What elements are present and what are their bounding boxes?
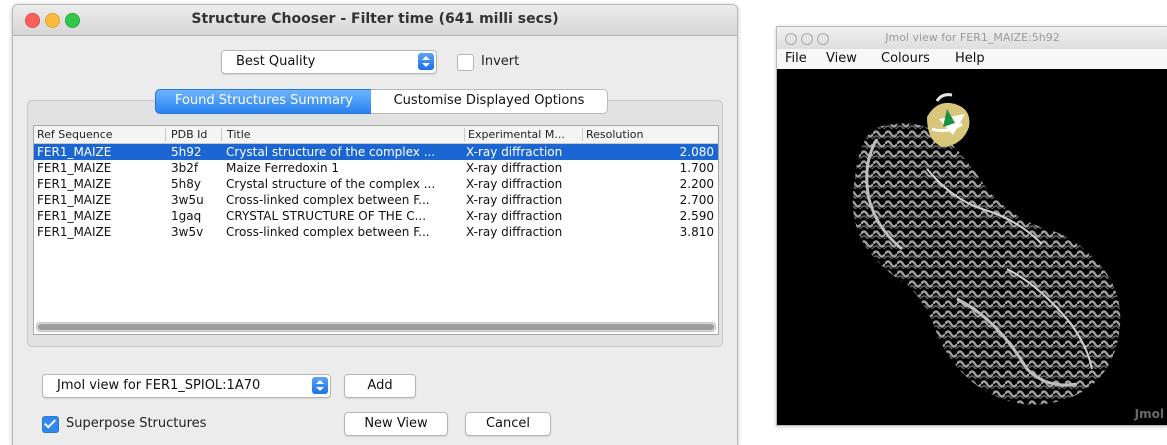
cell-ref-sequence: FER1_MAIZE — [37, 225, 112, 239]
cell-pdb-id: 3b2f — [171, 161, 199, 175]
cell-experimental-method: X-ray diffraction — [466, 193, 563, 207]
cell-resolution: 2.700 — [679, 193, 714, 207]
table-row[interactable]: FER1_MAIZE 3b2f Maize Ferredoxin 1 X-ray… — [34, 160, 718, 176]
column-header-ref-sequence[interactable]: Ref Sequence — [37, 128, 113, 141]
filter-select[interactable]: Best Quality — [221, 50, 437, 74]
superpose-label: Superpose Structures — [66, 416, 207, 431]
structures-table: Ref Sequence PDB Id Title Experimental M… — [33, 125, 719, 335]
column-header-experimental-method[interactable]: Experimental M... — [468, 128, 565, 141]
dropdown-arrow-icon — [312, 377, 328, 394]
cell-ref-sequence: FER1_MAIZE — [37, 161, 112, 175]
jmol-menubar: File View Colours Help — [777, 49, 1167, 70]
column-header-title[interactable]: Title — [227, 128, 251, 141]
add-button[interactable]: Add — [344, 374, 416, 398]
horizontal-scrollbar[interactable] — [36, 322, 716, 332]
new-view-button[interactable]: New View — [344, 412, 448, 436]
column-header-pdb-id[interactable]: PDB Id — [171, 128, 207, 141]
tab-customise-displayed-options[interactable]: Customise Displayed Options — [371, 89, 608, 114]
invert-label: Invert — [481, 54, 520, 69]
menu-help[interactable]: Help — [955, 51, 985, 66]
cell-title: Cross-linked complex between F... — [226, 225, 430, 239]
cell-pdb-id: 1gaq — [171, 209, 202, 223]
cell-experimental-method: X-ray diffraction — [466, 209, 563, 223]
filter-select-value: Best Quality — [236, 54, 316, 69]
tab-found-structures-summary[interactable]: Found Structures Summary — [155, 89, 373, 114]
cell-experimental-method: X-ray diffraction — [466, 161, 563, 175]
cell-ref-sequence: FER1_MAIZE — [37, 193, 112, 207]
title-bar[interactable]: Structure Chooser - Filter time (641 mil… — [13, 5, 737, 36]
cell-ref-sequence: FER1_MAIZE — [37, 145, 112, 159]
cell-ref-sequence: FER1_MAIZE — [37, 209, 112, 223]
cell-experimental-method: X-ray diffraction — [466, 177, 563, 191]
cell-experimental-method: X-ray diffraction — [466, 225, 563, 239]
ligand-highlight — [927, 93, 970, 147]
cell-title: Maize Ferredoxin 1 — [226, 161, 340, 175]
menu-colours[interactable]: Colours — [881, 51, 930, 66]
table-row[interactable]: FER1_MAIZE 1gaq CRYSTAL STRUCTURE OF THE… — [34, 208, 718, 224]
table-row[interactable]: FER1_MAIZE 3w5v Cross-linked complex bet… — [34, 224, 718, 240]
jmol-logo: Jmol — [1134, 407, 1164, 421]
cell-pdb-id: 3w5u — [171, 193, 204, 207]
cell-resolution: 2.200 — [679, 177, 714, 191]
table-row[interactable]: FER1_MAIZE 3w5u Cross-linked complex bet… — [34, 192, 718, 208]
cell-title: Crystal structure of the complex ... — [226, 145, 436, 159]
window-title: Structure Chooser - Filter time (641 mil… — [191, 11, 559, 27]
scrollbar-thumb[interactable] — [38, 324, 714, 330]
cell-title: CRYSTAL STRUCTURE OF THE C... — [226, 209, 427, 223]
invert-checkbox[interactable] — [457, 54, 474, 71]
table-row[interactable]: FER1_MAIZE 5h8y Crystal structure of the… — [34, 176, 718, 192]
table-row[interactable]: FER1_MAIZE 5h92 Crystal structure of the… — [34, 144, 718, 160]
cancel-button[interactable]: Cancel — [465, 412, 551, 436]
cell-pdb-id: 5h92 — [171, 145, 202, 159]
structure-chooser-window: Structure Chooser - Filter time (641 mil… — [12, 4, 738, 445]
cell-resolution: 3.810 — [679, 225, 714, 239]
protein-structure-render — [852, 93, 1121, 405]
jmol-window-title: Jmol view for FER1_MAIZE:5h92 — [885, 31, 1060, 44]
cell-ref-sequence: FER1_MAIZE — [37, 177, 112, 191]
jmol-title-bar[interactable]: Jmol view for FER1_MAIZE:5h92 — [777, 27, 1167, 49]
column-header-resolution[interactable]: Resolution — [586, 128, 643, 141]
viewer-select-value: Jmol view for FER1_SPIOL:1A70 — [57, 378, 261, 393]
viewer-select[interactable]: Jmol view for FER1_SPIOL:1A70 — [42, 374, 331, 398]
cell-resolution: 1.700 — [679, 161, 714, 175]
cell-experimental-method: X-ray diffraction — [466, 145, 563, 159]
cell-title: Crystal structure of the complex ... — [226, 177, 436, 191]
cell-pdb-id: 5h8y — [171, 177, 201, 191]
menu-view[interactable]: View — [826, 51, 857, 66]
menu-file[interactable]: File — [785, 51, 807, 66]
cell-title: Cross-linked complex between F... — [226, 193, 430, 207]
cell-resolution: 2.080 — [679, 145, 714, 159]
table-header: Ref Sequence PDB Id Title Experimental M… — [34, 126, 718, 144]
dropdown-arrow-icon — [418, 53, 434, 70]
cell-pdb-id: 3w5v — [171, 225, 204, 239]
superpose-checkbox[interactable] — [42, 416, 59, 433]
jmol-3d-canvas[interactable]: Jmol — [777, 69, 1167, 425]
jmol-window: Jmol view for FER1_MAIZE:5h92 File View … — [776, 26, 1167, 426]
cell-resolution: 2.590 — [679, 209, 714, 223]
